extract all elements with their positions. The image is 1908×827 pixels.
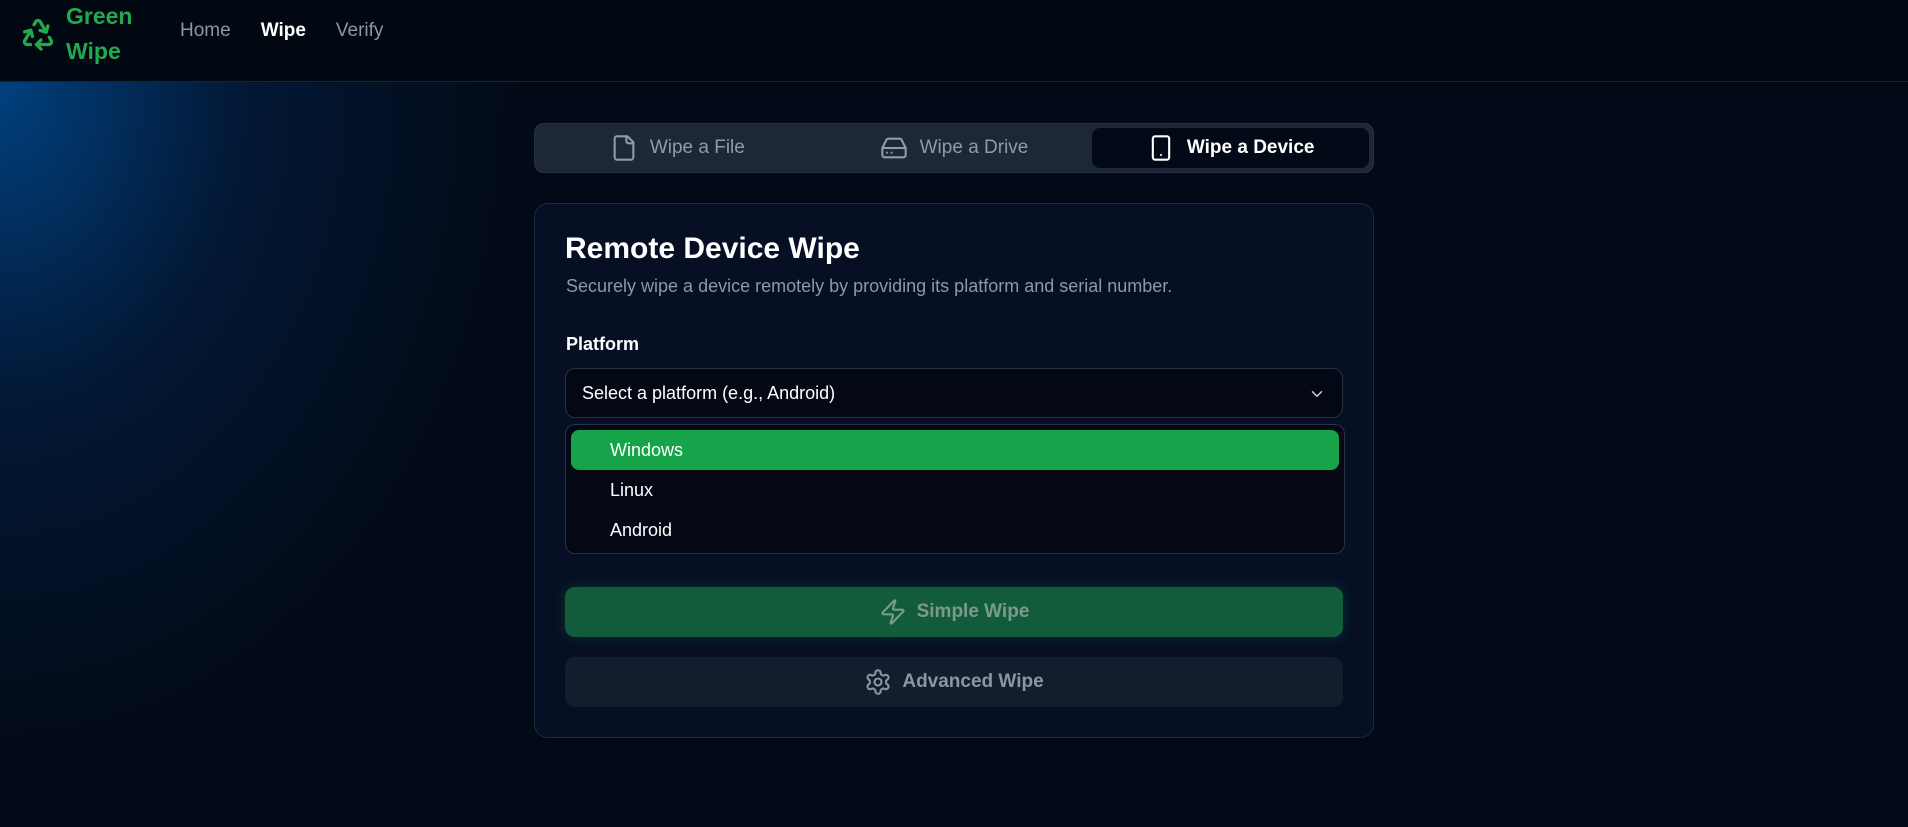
zap-icon [881, 599, 905, 625]
platform-option-windows[interactable]: Windows [571, 430, 1339, 470]
main-nav: Home Wipe Verify [180, 20, 383, 42]
gear-icon [866, 669, 890, 695]
tab-wipe-drive-label: Wipe a Drive [919, 137, 1029, 158]
brand-logo[interactable]: Green Wipe [20, 0, 146, 68]
platform-dropdown: Windows Linux Android [565, 424, 1345, 554]
top-header: Green Wipe Home Wipe Verify [0, 0, 1908, 82]
platform-option-linux[interactable]: Linux [571, 470, 1339, 510]
platform-label: Platform [566, 334, 640, 354]
brand-name-line2: Wipe [66, 38, 121, 64]
simple-wipe-label: Simple Wipe [916, 601, 1030, 622]
wipe-type-tabs: Wipe a File Wipe a Drive Wipe a Device [534, 123, 1374, 173]
brand-name: Green Wipe [66, 0, 146, 69]
file-icon [613, 135, 635, 161]
brand-name-line1: Green [66, 3, 133, 29]
advanced-wipe-button[interactable]: Advanced Wipe [565, 657, 1343, 707]
tab-wipe-drive[interactable]: Wipe a Drive [816, 128, 1093, 168]
tab-wipe-device-label: Wipe a Device [1186, 137, 1315, 158]
nav-home[interactable]: Home [180, 20, 231, 42]
tab-wipe-device[interactable]: Wipe a Device [1092, 128, 1370, 168]
recycle-icon [22, 18, 54, 51]
simple-wipe-button[interactable]: Simple Wipe [565, 587, 1343, 637]
hard-drive-icon [880, 137, 907, 159]
card-subtitle: Securely wipe a device remotely by provi… [566, 276, 1173, 296]
nav-wipe[interactable]: Wipe [261, 20, 306, 42]
chevron-down-icon [1311, 391, 1323, 397]
platform-select-value: Select a platform (e.g., Android) [582, 382, 836, 403]
platform-select[interactable]: Select a platform (e.g., Android) [565, 368, 1343, 418]
nav-verify[interactable]: Verify [336, 20, 384, 42]
tab-wipe-file-label: Wipe a File [649, 137, 745, 158]
platform-option-android[interactable]: Android [571, 510, 1339, 550]
advanced-wipe-label: Advanced Wipe [902, 671, 1044, 692]
card-title: Remote Device Wipe [565, 232, 860, 265]
remote-wipe-card: Remote Device Wipe Securely wipe a devic… [534, 203, 1374, 738]
smartphone-icon [1151, 135, 1171, 161]
tab-wipe-file[interactable]: Wipe a File [539, 128, 816, 168]
